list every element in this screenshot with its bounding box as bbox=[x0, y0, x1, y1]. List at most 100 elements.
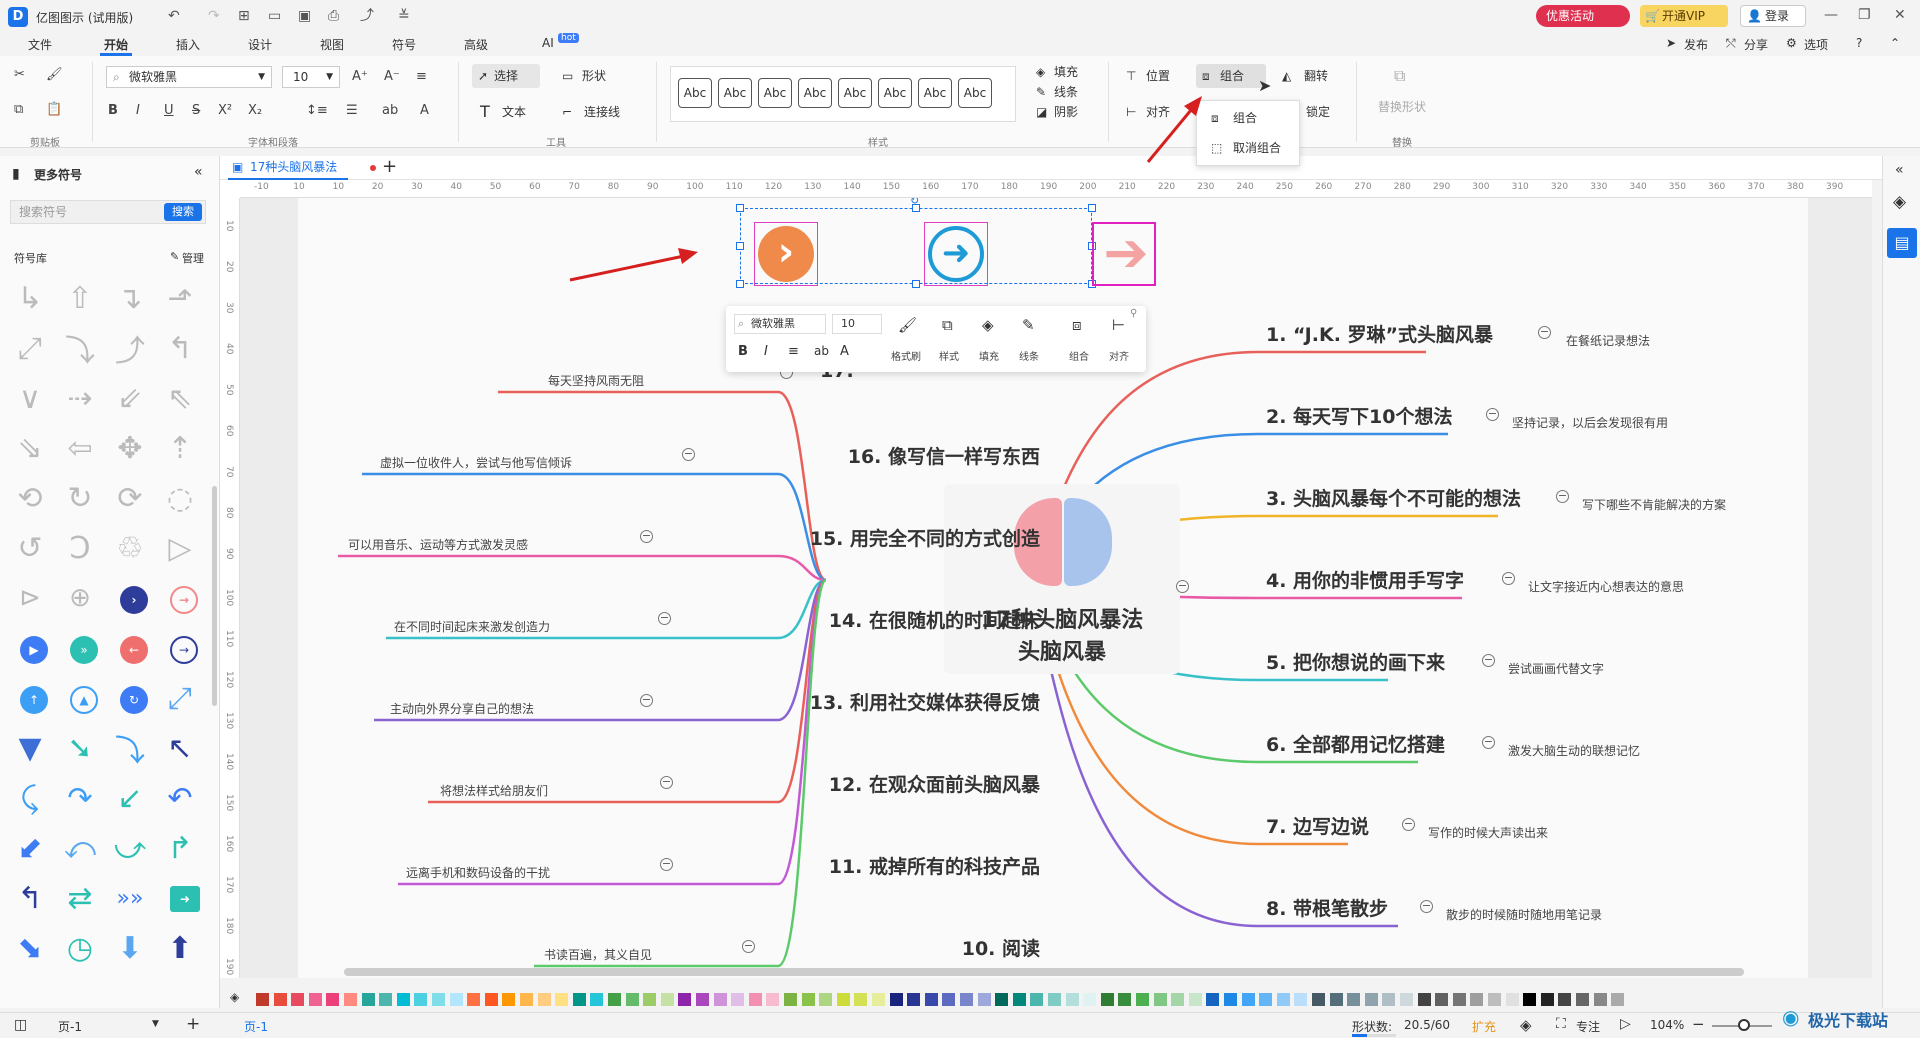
topic-left-15[interactable]: 15. 用完全不同的方式创造 bbox=[620, 524, 1040, 551]
collapse-button[interactable]: − bbox=[660, 776, 673, 789]
color-swatch[interactable] bbox=[1593, 993, 1607, 1006]
topic-right-4[interactable]: 4. 用你的非惯用手写字 bbox=[1266, 566, 1464, 593]
topic-note[interactable]: 将想法样式给朋友们 bbox=[440, 782, 548, 799]
manage-button[interactable]: 管理 bbox=[182, 250, 204, 266]
blue-u-arrow-shape[interactable]: ↷ bbox=[60, 778, 100, 818]
group-menu-item[interactable]: ⧈ 组合 bbox=[1211, 109, 1257, 127]
horizontal-scrollbar[interactable] bbox=[344, 968, 1744, 976]
underline-icon[interactable]: U bbox=[164, 102, 174, 120]
teal-turn-arrow-shape[interactable]: ↱ bbox=[160, 828, 200, 868]
color-swatch[interactable] bbox=[1400, 993, 1413, 1006]
group-button[interactable]: ⧈ 组合 bbox=[1196, 64, 1266, 88]
color-swatch[interactable] bbox=[1259, 993, 1273, 1006]
color-swatch[interactable] bbox=[396, 993, 410, 1006]
login-button[interactable]: 👤 登录 bbox=[1740, 5, 1806, 27]
blue-c-arrow-shape[interactable]: ↶ bbox=[160, 778, 200, 818]
color-swatch[interactable] bbox=[1576, 993, 1589, 1006]
blue-diagonal-arrow-shape[interactable]: ⤢ bbox=[160, 678, 200, 718]
blue-chevrons-shape[interactable]: »» bbox=[110, 878, 150, 918]
connector-tool-button[interactable]: ⌐ 连接线 bbox=[560, 100, 620, 124]
left-arrow-shape[interactable]: ⇦ bbox=[60, 428, 100, 468]
pen-icon[interactable]: ✎ bbox=[1022, 316, 1035, 334]
teal-double-chevron-shape[interactable]: » bbox=[70, 636, 98, 664]
color-swatch[interactable] bbox=[1118, 993, 1132, 1006]
italic-icon[interactable]: I bbox=[136, 102, 140, 120]
diagonal-arrow-shape[interactable]: ⤢ bbox=[10, 328, 50, 368]
topic-note[interactable]: 可以用音乐、运动等方式激发灵感 bbox=[348, 536, 528, 553]
fill-button[interactable]: ◈ 填充 bbox=[1034, 64, 1078, 80]
selection-handle[interactable] bbox=[912, 280, 920, 288]
loop-arrow-shape[interactable]: ↺ bbox=[10, 528, 50, 568]
float-font-select[interactable]: ⌕ 微软雅黑 bbox=[734, 314, 826, 334]
topic-left-11[interactable]: 11. 戒掉所有的科技产品 bbox=[640, 852, 1040, 879]
tab-design[interactable]: 设计 bbox=[248, 36, 272, 53]
color-swatch[interactable] bbox=[449, 993, 463, 1006]
replace-shape-button[interactable]: 替换形状 bbox=[1378, 98, 1426, 115]
topic-right-5[interactable]: 5. 把你想说的画下来 bbox=[1266, 648, 1445, 675]
format-painter-icon[interactable]: 🖌 bbox=[46, 66, 63, 84]
collapse-panel-icon[interactable]: « bbox=[194, 164, 203, 180]
page-panel-button[interactable]: ▤ bbox=[1887, 228, 1917, 258]
topic-right-8[interactable]: 8. 带根笔散步 bbox=[1266, 894, 1388, 921]
play-icon[interactable]: ▷ bbox=[1620, 1016, 1631, 1032]
new-icon[interactable]: ⊞ bbox=[238, 8, 250, 24]
vip-button[interactable]: 🛒 开通VIP bbox=[1640, 5, 1728, 27]
color-swatch[interactable] bbox=[696, 993, 709, 1006]
undo-icon[interactable]: ↶ bbox=[168, 8, 180, 24]
symbol-library-label[interactable]: 符号库 bbox=[14, 250, 47, 266]
tab-symbol[interactable]: 符号 bbox=[392, 36, 416, 53]
color-swatch[interactable] bbox=[1083, 993, 1097, 1006]
collapse-button[interactable]: − bbox=[1176, 580, 1189, 593]
curve-arrow-shape[interactable]: ⤵ bbox=[60, 328, 100, 369]
collapse-button[interactable]: − bbox=[1482, 654, 1495, 667]
recycle-icon[interactable]: ♲ bbox=[110, 528, 150, 568]
topic-left-16[interactable]: 16. 像写信一样写东西 bbox=[660, 442, 1040, 469]
teal-zigzag-arrow-shape[interactable]: ➘ bbox=[60, 728, 100, 768]
bold-icon[interactable]: B bbox=[738, 344, 748, 359]
color-swatch[interactable] bbox=[1347, 993, 1361, 1006]
color-swatch[interactable] bbox=[1488, 993, 1501, 1006]
blue-curve-arrow-shape[interactable]: ⤵ bbox=[110, 728, 150, 769]
color-swatch[interactable] bbox=[1540, 993, 1554, 1006]
panel-scrollbar[interactable] bbox=[212, 486, 217, 706]
color-swatch[interactable] bbox=[1329, 993, 1343, 1006]
minimize-icon[interactable]: — bbox=[1824, 7, 1838, 23]
color-swatch[interactable] bbox=[1188, 993, 1202, 1006]
focus-button[interactable]: 专注 bbox=[1576, 1018, 1600, 1035]
strikethrough-icon[interactable]: S bbox=[192, 102, 200, 120]
lock-button[interactable]: 锁定 bbox=[1306, 104, 1330, 120]
format-painter-icon[interactable]: 🖌 bbox=[898, 316, 917, 334]
align-left-icon[interactable]: ⊢ bbox=[1112, 316, 1125, 334]
text-case-icon[interactable]: ab bbox=[814, 344, 829, 358]
arrow-circle-shape[interactable]: ⊕ bbox=[60, 578, 100, 618]
refresh-shape[interactable]: ⟲ bbox=[10, 478, 50, 518]
blue-slash-arrow-shape[interactable]: ⬋ bbox=[10, 828, 50, 868]
color-swatch[interactable] bbox=[854, 993, 868, 1006]
c-arrow-shape[interactable]: Ↄ bbox=[60, 528, 100, 568]
color-swatch[interactable] bbox=[502, 993, 516, 1006]
color-swatch[interactable] bbox=[608, 993, 621, 1006]
up-right-arrow-shape[interactable]: ⬏ bbox=[160, 278, 200, 318]
arrow-corner-shape[interactable]: ⇙ bbox=[110, 378, 150, 418]
teal-arrow-box-shape[interactable]: ➜ bbox=[170, 886, 200, 912]
shape-tool-button[interactable]: ▭ 形状 bbox=[560, 64, 606, 88]
circle-arrow-shape[interactable]: ◌ bbox=[160, 478, 200, 518]
more-symbols-title[interactable]: 更多符号 bbox=[34, 166, 82, 183]
color-swatch[interactable] bbox=[960, 993, 973, 1006]
topic-note[interactable]: 远离手机和数码设备的干扰 bbox=[406, 864, 550, 881]
restore-icon[interactable]: ❐ bbox=[1858, 7, 1871, 23]
layers-icon[interactable]: ◈ bbox=[1520, 1016, 1532, 1034]
topic-note[interactable]: 虚拟一位收件人，尝试与他写信倾诉 bbox=[380, 454, 572, 471]
blue-diag-arrow-shape[interactable]: ⬊ bbox=[10, 928, 50, 968]
blue-down-arrow-shape[interactable]: ▼ bbox=[10, 728, 50, 768]
style-icon[interactable]: ⧉ bbox=[942, 316, 953, 334]
topic-note[interactable]: 写下哪些不肯能解决的方案 bbox=[1582, 496, 1726, 513]
customize-icon[interactable]: ≚ bbox=[398, 8, 410, 24]
color-swatch[interactable] bbox=[1030, 993, 1044, 1006]
color-swatch[interactable] bbox=[784, 993, 797, 1006]
collapse-button[interactable]: − bbox=[682, 448, 695, 461]
collapse-button[interactable]: − bbox=[742, 940, 755, 953]
open-icon[interactable]: ▭ bbox=[268, 8, 281, 24]
selection-handle[interactable] bbox=[1088, 204, 1096, 212]
color-swatch[interactable] bbox=[308, 993, 322, 1006]
